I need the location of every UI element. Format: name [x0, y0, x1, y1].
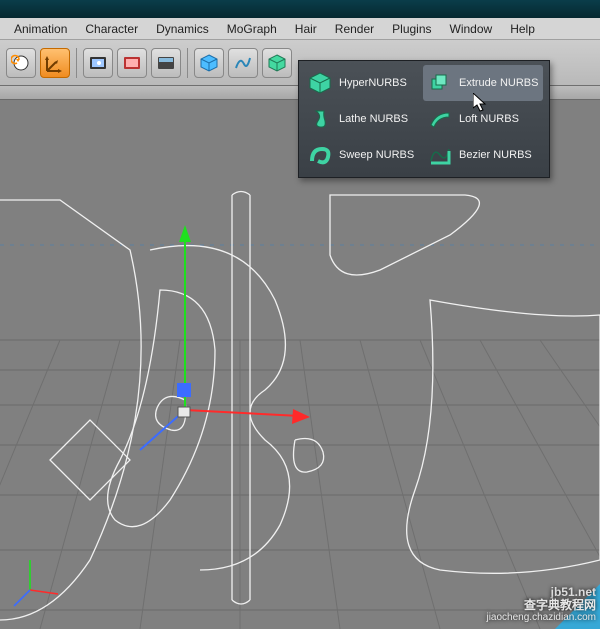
viewport[interactable]	[0, 100, 600, 629]
toolbar-separator	[76, 48, 77, 78]
sweep-icon	[307, 142, 333, 168]
menu-help[interactable]: Help	[502, 20, 543, 38]
watermark-line1: 查字典教程网	[486, 599, 596, 612]
menu-mograph[interactable]: MoGraph	[219, 20, 285, 38]
menu-bar: Animation Character Dynamics MoGraph Hai…	[0, 18, 600, 40]
lathe-icon	[307, 106, 333, 132]
menu-plugins[interactable]: Plugins	[384, 20, 439, 38]
window-titlebar	[0, 0, 600, 18]
menu-item-loft-nurbs[interactable]: Loft NURBS	[423, 101, 543, 137]
bezier-icon	[427, 142, 453, 168]
popup-label: Bezier NURBS	[459, 149, 532, 161]
menu-item-hypernurbs[interactable]: HyperNURBS	[303, 65, 423, 101]
render-view-button[interactable]	[83, 48, 113, 78]
menu-item-extrude-nurbs[interactable]: Extrude NURBS	[423, 65, 543, 101]
nurbs-button[interactable]	[262, 48, 292, 78]
popup-label: Lathe NURBS	[339, 113, 408, 125]
menu-hair[interactable]: Hair	[287, 20, 325, 38]
toolbar-separator	[187, 48, 188, 78]
menu-animation[interactable]: Animation	[6, 20, 75, 38]
menu-character[interactable]: Character	[77, 20, 146, 38]
spline-button[interactable]	[228, 48, 258, 78]
viewport-scene	[0, 100, 600, 629]
mini-axis	[14, 560, 58, 606]
menu-item-sweep-nurbs[interactable]: Sweep NURBS	[303, 137, 423, 173]
cube-primitive-button[interactable]	[194, 48, 224, 78]
picture-viewer-button[interactable]	[151, 48, 181, 78]
popup-label: HyperNURBS	[339, 77, 407, 89]
watermark-line2: jiaocheng.chazidian.com	[486, 612, 596, 623]
popup-label: Extrude NURBS	[459, 77, 538, 89]
site-tag: jb51.net	[486, 586, 596, 599]
popup-label: Loft NURBS	[459, 113, 519, 125]
move-tool[interactable]	[40, 48, 70, 78]
nurbs-popup-menu: HyperNURBS Extrude NURBS Lathe NURBS Lof…	[298, 60, 550, 178]
menu-render[interactable]: Render	[327, 20, 382, 38]
hypernurbs-icon	[307, 70, 333, 96]
menu-window[interactable]: Window	[442, 20, 501, 38]
extrude-icon	[427, 70, 453, 96]
loft-icon	[427, 106, 453, 132]
menu-item-lathe-nurbs[interactable]: Lathe NURBS	[303, 101, 423, 137]
menu-dynamics[interactable]: Dynamics	[148, 20, 217, 38]
render-settings-button[interactable]	[117, 48, 147, 78]
undo-button[interactable]	[6, 48, 36, 78]
popup-label: Sweep NURBS	[339, 149, 414, 161]
watermark-text: jb51.net 查字典教程网 jiaocheng.chazidian.com	[486, 586, 596, 623]
menu-item-bezier-nurbs[interactable]: Bezier NURBS	[423, 137, 543, 173]
